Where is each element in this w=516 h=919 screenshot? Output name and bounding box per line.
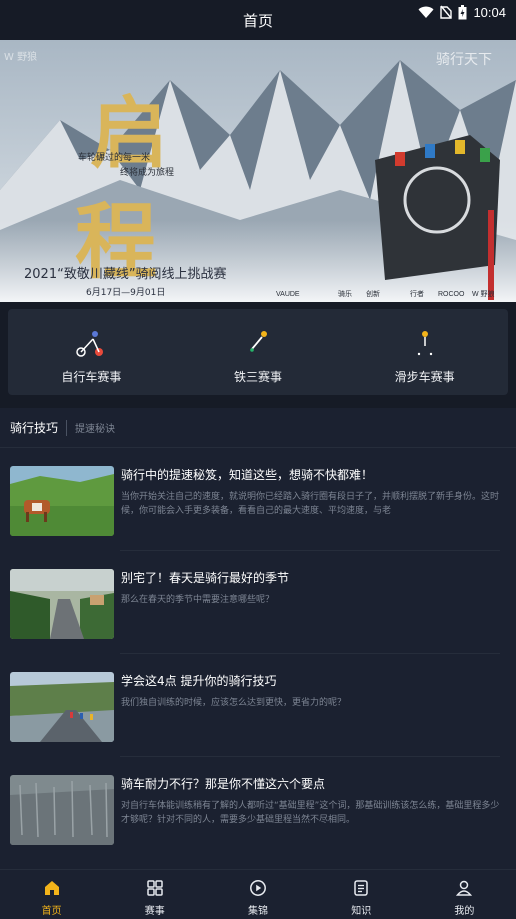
app-bar: 首页 [0, 0, 516, 40]
article-title: 学会这4点 提升你的骑行技巧 [121, 674, 277, 688]
tab-divider [66, 419, 68, 436]
sponsor-logo: W 野狼 [472, 289, 495, 298]
sponsor-logo: 创新 [366, 289, 380, 298]
category-label: 铁三赛事 [234, 370, 283, 384]
tab-events[interactable]: 赛事 [103, 870, 206, 919]
tab-label: 我的 [454, 906, 475, 917]
divider [120, 550, 500, 551]
article-thumbnail [10, 775, 114, 845]
document-icon [354, 880, 368, 896]
grid-icon [147, 880, 163, 896]
article-item[interactable]: 别宅了！春天是骑行最好的季节 那么在春天的季节中需要注意哪些呢？ [10, 561, 506, 653]
bicycle-icon [76, 331, 104, 357]
user-icon [456, 880, 473, 896]
hero-banner[interactable]: 启 程 车轮碾过的每一米 终将成为旅程 2021“致敬川藏线”骑阅线上挑战赛 6… [0, 40, 516, 302]
article-item[interactable]: 骑车耐力不行？那是你不懂这六个要点 对自行车体能训练稍有了解的人都听过“基础里程… [10, 767, 506, 859]
tab-label: 首页 [41, 906, 62, 917]
sponsor-logo: 行者 [410, 289, 424, 298]
tab-label: 知识 [351, 906, 372, 917]
banner-headline-1: 启 [90, 88, 168, 179]
banner-slogan-1: 车轮碾过的每一米 [78, 151, 150, 163]
banner-dates: 6月17日—9月01日 [86, 287, 165, 298]
divider [120, 756, 500, 757]
tab-riding-tips[interactable]: 骑行技巧 [10, 419, 58, 436]
article-title: 骑车耐力不行？那是你不懂这六个要点 [121, 777, 326, 791]
banner-artwork: 启 程 车轮碾过的每一米 终将成为旅程 2021“致敬川藏线”骑阅线上挑战赛 6… [0, 40, 516, 302]
article-description: 对自行车体能训练稍有了解的人都听过“基础里程”这个词，那基础训练该怎么练，基础里… [121, 801, 500, 825]
tab-label: 集锦 [248, 906, 268, 917]
divider [120, 653, 500, 654]
category-triathlon[interactable]: 铁三赛事 [175, 309, 342, 395]
sponsor-logo: 骑乐 [338, 289, 352, 298]
banner-slogan-2: 终将成为旅程 [120, 166, 174, 178]
article-thumbnail [10, 672, 114, 742]
tab-label: 赛事 [144, 906, 165, 917]
sponsor-logo: ROCOO [438, 291, 465, 298]
tab-home[interactable]: 首页 [0, 870, 103, 919]
category-label: 自行车赛事 [61, 370, 122, 384]
article-thumbnail [10, 569, 114, 639]
category-card: 自行车赛事 铁三赛事 滑步车赛事 [8, 309, 508, 395]
article-description: 那么在春天的季节中需要注意哪些呢？ [121, 595, 275, 605]
category-label: 滑步车赛事 [394, 370, 455, 384]
play-icon [250, 880, 266, 896]
tab-speed-secrets[interactable]: 提速秘诀 [75, 420, 115, 435]
tips-section: 骑行技巧 提速秘诀 骑行中的提速秘笈，知道这些，想骑不快都难！ 当你开始关注自己… [0, 408, 516, 919]
tab-knowledge[interactable]: 知识 [310, 870, 413, 919]
article-thumbnail [10, 466, 114, 536]
banner-top-right-mark: 骑行天下 [436, 52, 492, 68]
section-tabs: 骑行技巧 提速秘诀 [0, 408, 516, 448]
category-bicycle[interactable]: 自行车赛事 [8, 309, 175, 395]
article-description: 我们独自训练的时候，应该怎么达到更快，更省力的呢？ [121, 698, 347, 708]
balance-bike-icon [417, 331, 432, 356]
tab-highlights[interactable]: 集锦 [206, 870, 309, 919]
article-item[interactable]: 学会这4点 提升你的骑行技巧 我们独自训练的时候，应该怎么达到更快，更省力的呢？ [10, 664, 506, 756]
triathlon-icon [250, 331, 267, 352]
banner-event-title: 2021“致敬川藏线”骑阅线上挑战赛 [24, 266, 227, 282]
banner-watermark: W 野狼 [4, 50, 37, 63]
page-title: 首页 [242, 11, 273, 30]
article-item[interactable]: 骑行中的提速秘笈，知道这些，想骑不快都难！ 当你开始关注自己的速度，就说明你已经… [10, 458, 506, 550]
article-title: 骑行中的提速秘笈，知道这些，想骑不快都难！ [121, 468, 374, 482]
article-description: 当你开始关注自己的速度，就说明你已经踏入骑行圈有段日子了，并顺利摆脱了新手身份。… [121, 492, 500, 516]
sponsor-logo: VAUDE [276, 291, 300, 298]
category-balance-bike[interactable]: 滑步车赛事 [341, 309, 508, 395]
bottom-tab-bar: 首页 赛事 集锦 知识 我的 [0, 869, 516, 919]
home-icon [44, 881, 59, 895]
article-title: 别宅了！春天是骑行最好的季节 [121, 571, 290, 585]
tab-profile[interactable]: 我的 [413, 870, 516, 919]
